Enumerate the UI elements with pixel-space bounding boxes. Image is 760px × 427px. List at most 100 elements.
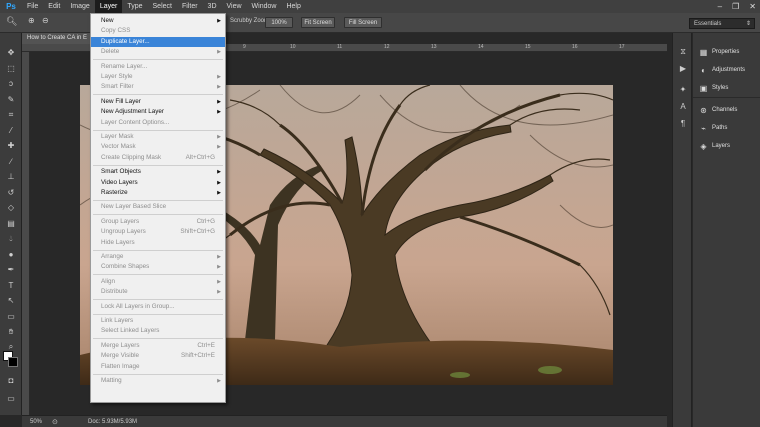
menu-item-label: Delete bbox=[101, 48, 120, 56]
menu-file[interactable]: File bbox=[22, 0, 43, 13]
eraser-tool-icon[interactable]: ◇ bbox=[0, 200, 22, 216]
marquee-tool-icon[interactable]: ⬚ bbox=[0, 61, 22, 77]
panel-properties[interactable]: ▦ Properties bbox=[693, 43, 760, 61]
fit-screen-button[interactable]: Fit Screen bbox=[301, 17, 335, 28]
type-tool-icon[interactable]: T bbox=[0, 278, 22, 294]
background-color-swatch[interactable] bbox=[8, 357, 18, 367]
menu-item-align[interactable]: Align ▶ bbox=[91, 277, 225, 287]
menu-item-layer-style[interactable]: Layer Style ▶ bbox=[91, 72, 225, 82]
menu-item-duplicate-layer[interactable]: Duplicate Layer... bbox=[91, 36, 225, 48]
menu-type[interactable]: Type bbox=[122, 0, 147, 13]
crop-tool-icon[interactable]: ⌗ bbox=[0, 107, 22, 123]
status-info-icon[interactable]: ⊙ bbox=[52, 418, 58, 426]
workspace-select[interactable]: Essentials ⇕ bbox=[689, 18, 755, 29]
menu-item-new-adjustment-layer[interactable]: New Adjustment Layer ▶ bbox=[91, 107, 225, 117]
menu-item-delete[interactable]: Delete ▶ bbox=[91, 47, 225, 57]
ruler-mark: 10 bbox=[290, 44, 296, 50]
document-tab[interactable]: How to Create CA in E bbox=[22, 33, 97, 44]
menu-window[interactable]: Window bbox=[247, 0, 282, 13]
zoom-in-icon[interactable]: ⊕ bbox=[28, 16, 35, 25]
panel-layers[interactable]: ◈ Layers bbox=[693, 137, 760, 155]
menu-item-smart-filter[interactable]: Smart Filter ▶ bbox=[91, 82, 225, 92]
menu-separator bbox=[93, 338, 223, 340]
menu-item-rasterize[interactable]: Rasterize ▶ bbox=[91, 188, 225, 198]
menu-select[interactable]: Select bbox=[148, 0, 177, 13]
menu-item-layer-content-options[interactable]: Layer Content Options... bbox=[91, 118, 225, 128]
menu-item-merge-layers[interactable]: Merge Layers Ctrl+E bbox=[91, 341, 225, 351]
menu-item-select-linked-layers[interactable]: Select Linked Layers bbox=[91, 326, 225, 336]
actions-icon[interactable]: ▶ bbox=[673, 60, 693, 77]
menu-item-create-clipping-mask[interactable]: Create Clipping Mask Alt+Ctrl+G bbox=[91, 153, 225, 163]
menu-item-new-layer-based-slice[interactable]: New Layer Based Slice bbox=[91, 202, 225, 212]
menu-item-smart-objects[interactable]: Smart Objects ▶ bbox=[91, 167, 225, 177]
lasso-tool-icon[interactable]: ↄ bbox=[0, 76, 22, 92]
brush-presets-icon[interactable]: ✦ bbox=[673, 81, 693, 98]
zoom-out-icon[interactable]: ⊖ bbox=[42, 16, 49, 25]
history-icon[interactable]: ⧖ bbox=[673, 43, 693, 60]
quick-select-tool-icon[interactable]: ✎ bbox=[0, 92, 22, 108]
menu-item-combine-shapes[interactable]: Combine Shapes ▶ bbox=[91, 262, 225, 272]
menu-item-label: Layer Content Options... bbox=[101, 118, 170, 126]
gradient-tool-icon[interactable]: ▤ bbox=[0, 216, 22, 232]
menu-item-copy-css[interactable]: Copy CSS bbox=[91, 26, 225, 36]
panel-channels[interactable]: ⊛ Channels bbox=[693, 101, 760, 119]
panel-label: Layers bbox=[712, 143, 731, 149]
window-controls: – ❐ ✕ bbox=[718, 0, 756, 13]
menu-item-ungroup-layers[interactable]: Ungroup Layers Shift+Ctrl+G bbox=[91, 227, 225, 237]
panel-paths[interactable]: ⌁ Paths bbox=[693, 119, 760, 137]
menu-shortcut: Shift+Ctrl+G bbox=[180, 228, 215, 236]
healing-tool-icon[interactable]: ✚ bbox=[0, 138, 22, 154]
panel-styles[interactable]: ▣ Styles bbox=[693, 79, 760, 97]
menu-item-matting[interactable]: Matting ▶ bbox=[91, 376, 225, 386]
close-icon[interactable]: ✕ bbox=[749, 2, 756, 11]
clone-stamp-tool-icon[interactable]: ⊥ bbox=[0, 169, 22, 185]
character-icon[interactable]: A bbox=[673, 98, 693, 115]
shape-tool-icon[interactable]: ▭ bbox=[0, 309, 22, 325]
menu-item-flatten-image[interactable]: Flatten Image bbox=[91, 362, 225, 372]
pen-tool-icon[interactable]: ✒ bbox=[0, 262, 22, 278]
screen-mode-icon[interactable]: ▭ bbox=[0, 391, 22, 407]
blur-tool-icon[interactable]: 💧︎ bbox=[0, 231, 22, 247]
menu-image[interactable]: Image bbox=[65, 0, 94, 13]
restore-icon[interactable]: ❐ bbox=[732, 2, 739, 11]
menu-item-hide-layers[interactable]: Hide Layers bbox=[91, 238, 225, 248]
menu-item-lock-all-layers-in-group[interactable]: Lock All Layers in Group... bbox=[91, 302, 225, 312]
panel-adjustments[interactable]: ◐ Adjustments bbox=[693, 61, 760, 79]
properties-icon: ▦ bbox=[699, 47, 708, 57]
dodge-tool-icon[interactable]: ● bbox=[0, 247, 22, 263]
move-tool-icon[interactable]: ✥ bbox=[0, 45, 22, 61]
menu-item-arrange[interactable]: Arrange ▶ bbox=[91, 252, 225, 262]
zoom-100-button[interactable]: 100% bbox=[265, 17, 293, 28]
history-brush-tool-icon[interactable]: ↺ bbox=[0, 185, 22, 201]
menu-item-layer-mask[interactable]: Layer Mask ▶ bbox=[91, 132, 225, 142]
workspace-label: Essentials bbox=[694, 21, 722, 27]
minimize-icon[interactable]: – bbox=[718, 2, 722, 11]
menu-filter[interactable]: Filter bbox=[177, 0, 203, 13]
submenu-arrow-icon: ▶ bbox=[217, 264, 221, 271]
brush-tool-icon[interactable]: ∕ bbox=[0, 154, 22, 170]
quick-mask-icon[interactable]: ◘ bbox=[0, 373, 22, 389]
menu-layer[interactable]: Layer bbox=[94, 0, 123, 13]
menu-item-group-layers[interactable]: Group Layers Ctrl+G bbox=[91, 217, 225, 227]
menu-item-new-fill-layer[interactable]: New Fill Layer ▶ bbox=[91, 97, 225, 107]
menu-view[interactable]: View bbox=[222, 0, 247, 13]
menu-help[interactable]: Help bbox=[281, 0, 305, 13]
zoom-tool-icon[interactable]: 🔍︎ bbox=[6, 16, 17, 27]
menu-item-video-layers[interactable]: Video Layers ▶ bbox=[91, 178, 225, 188]
menu-item-link-layers[interactable]: Link Layers bbox=[91, 316, 225, 326]
paragraph-icon[interactable]: ¶ bbox=[673, 115, 693, 132]
menu-item-vector-mask[interactable]: Vector Mask ▶ bbox=[91, 142, 225, 152]
status-bar: 50% Doc: 5.93M/5.93M ⊙ bbox=[22, 415, 667, 427]
eyedropper-tool-icon[interactable]: ⁄ bbox=[0, 123, 22, 139]
menu-item-distribute[interactable]: Distribute ▶ bbox=[91, 287, 225, 297]
hand-tool-icon[interactable]: ✋︎ bbox=[0, 324, 22, 340]
path-select-tool-icon[interactable]: ↖ bbox=[0, 293, 22, 309]
menu-item-merge-visible[interactable]: Merge Visible Shift+Ctrl+E bbox=[91, 351, 225, 361]
menu-item-new[interactable]: New ▶ bbox=[91, 16, 225, 26]
menu-3d[interactable]: 3D bbox=[203, 0, 222, 13]
menu-edit[interactable]: Edit bbox=[43, 0, 65, 13]
menu-item-rename-layer[interactable]: Rename Layer... bbox=[91, 62, 225, 72]
zoom-level[interactable]: 50% bbox=[30, 419, 42, 425]
scrubby-zoom-label[interactable]: Scrubby Zoom bbox=[230, 18, 269, 24]
fill-screen-button[interactable]: Fill Screen bbox=[344, 17, 382, 28]
